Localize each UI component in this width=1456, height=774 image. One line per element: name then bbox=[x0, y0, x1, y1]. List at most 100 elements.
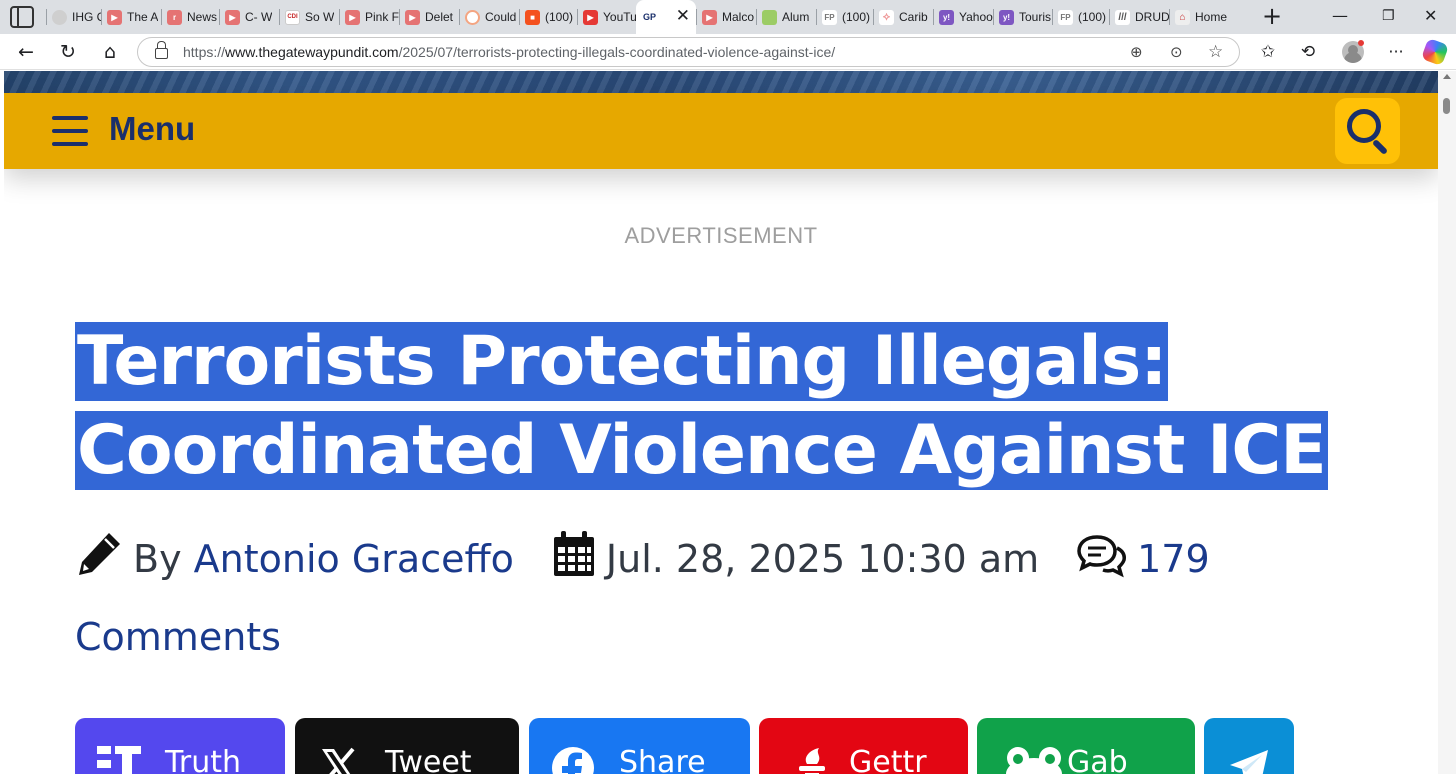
search-icon-handle bbox=[1371, 138, 1389, 156]
tab-title: Pink F bbox=[365, 10, 399, 24]
article-meta: By Antonio Graceffo Jul. 28, 2025 10:30 … bbox=[75, 523, 1365, 673]
article-headline: Terrorists Protecting Illegals: Coordina… bbox=[75, 317, 1375, 495]
browser-tab[interactable]: y! Yahoo bbox=[933, 0, 993, 34]
browser-tab[interactable]: ▶ Delet bbox=[399, 0, 459, 34]
home-icon[interactable]: ⌂ bbox=[98, 40, 122, 64]
address-bar[interactable]: https://www.thegatewaypundit.com/2025/07… bbox=[137, 37, 1240, 67]
headline-text: Terrorists Protecting Illegals: Coordina… bbox=[75, 322, 1328, 490]
tab-title: (100) bbox=[545, 10, 574, 24]
copilot-icon[interactable] bbox=[1420, 37, 1450, 67]
tab-title: IHG C bbox=[72, 10, 101, 24]
zoom-icon[interactable]: ⊕ bbox=[1130, 42, 1143, 62]
more-menu-icon[interactable]: ··· bbox=[1384, 40, 1408, 64]
youtube-icon: ▶ bbox=[225, 9, 240, 25]
tab-title: C- W bbox=[245, 10, 273, 24]
tab-title: (100) bbox=[1078, 10, 1107, 24]
reader-more-icon[interactable]: ⊙ bbox=[1170, 42, 1183, 62]
tab-title: Yahoo bbox=[959, 10, 993, 24]
browser-tab[interactable]: ■ (100) bbox=[519, 0, 577, 34]
browser-tab[interactable]: Alum bbox=[756, 0, 816, 34]
facebook-share-button[interactable]: Share bbox=[529, 718, 750, 774]
tab-title: Alum bbox=[782, 10, 810, 24]
tab-title: (100) bbox=[842, 10, 871, 24]
truth-share-button[interactable]: Truth bbox=[75, 718, 285, 774]
gettr-share-button[interactable]: Gettr bbox=[759, 718, 968, 774]
browser-tab[interactable]: CDI So W bbox=[279, 0, 339, 34]
tab-title: Delet bbox=[425, 10, 454, 24]
youtube-icon: ▶ bbox=[405, 9, 420, 25]
browser-tab[interactable]: FP (100) bbox=[1052, 0, 1109, 34]
url-text[interactable]: https://www.thegatewaypundit.com/2025/07… bbox=[183, 44, 835, 60]
advertisement-label: ADVERTISEMENT bbox=[624, 223, 818, 248]
browser-tab[interactable]: ▶ The A bbox=[101, 0, 161, 34]
menu-button[interactable]: Menu bbox=[109, 110, 195, 148]
gab-share-button[interactable]: Gab bbox=[977, 718, 1195, 774]
share-label: Tweet bbox=[385, 745, 472, 774]
youtube-icon: ▶ bbox=[107, 9, 122, 25]
refresh-icon[interactable]: ↻ bbox=[56, 40, 80, 64]
tab-title: YouTu bbox=[603, 10, 636, 24]
history-icon[interactable]: ⟲ bbox=[1296, 40, 1320, 64]
browser-tab[interactable]: y! Touris bbox=[993, 0, 1052, 34]
browser-tab[interactable]: ▶ YouTu bbox=[577, 0, 636, 34]
browser-tab-active[interactable]: GP ✕ bbox=[636, 0, 696, 34]
restore-icon[interactable]: ❐ bbox=[1382, 6, 1395, 26]
tab-title: Malco bbox=[722, 10, 755, 24]
back-icon[interactable]: ← bbox=[14, 40, 38, 64]
browser-tab[interactable]: /// DRUD bbox=[1109, 0, 1169, 34]
tab-actions-icon[interactable] bbox=[10, 6, 34, 28]
url-path: /2025/07/terrorists-protecting-illegals-… bbox=[398, 44, 836, 60]
r-icon: r bbox=[167, 9, 182, 25]
browser-tab[interactable]: ⟡ Carib bbox=[873, 0, 933, 34]
tab-title: News bbox=[187, 10, 218, 24]
header-banner-image bbox=[4, 71, 1438, 93]
youtube-icon: ▶ bbox=[702, 9, 717, 25]
yahoo-icon: y! bbox=[999, 9, 1014, 25]
x-icon bbox=[319, 746, 367, 774]
lock-icon[interactable] bbox=[155, 41, 168, 59]
tab-title: Home bbox=[1195, 10, 1227, 24]
site-navbar: Menu bbox=[4, 93, 1438, 169]
browser-tab[interactable]: r News bbox=[161, 0, 219, 34]
tab-title: DRUD bbox=[1135, 10, 1169, 24]
by-label: By bbox=[133, 537, 182, 581]
browser-tab[interactable]: ▶ Pink F bbox=[339, 0, 399, 34]
browser-tab[interactable]: ⌂ Home bbox=[1169, 0, 1227, 34]
tweet-share-button[interactable]: Tweet bbox=[295, 718, 519, 774]
scroll-thumb[interactable] bbox=[1443, 98, 1450, 114]
page-viewport: Menu ADVERTISEMENT Terrorists Protecting… bbox=[4, 71, 1438, 774]
browser-tab[interactable]: ▶ C- W bbox=[219, 0, 279, 34]
search-icon bbox=[1347, 109, 1381, 143]
close-window-icon[interactable]: ✕ bbox=[1424, 6, 1437, 26]
share-label: Truth bbox=[165, 745, 242, 774]
telegram-share-button[interactable] bbox=[1204, 718, 1294, 774]
author-link[interactable]: Antonio Graceffo bbox=[194, 537, 514, 581]
tab-title: So W bbox=[305, 10, 335, 24]
browser-tab[interactable]: Could bbox=[459, 0, 519, 34]
facebook-icon bbox=[551, 746, 599, 774]
new-tab-icon[interactable]: + bbox=[1262, 3, 1282, 29]
cdi-icon: CDI bbox=[285, 9, 300, 25]
browser-tab[interactable]: ▶ Malco bbox=[696, 0, 756, 34]
page-scrollbar[interactable] bbox=[1438, 71, 1456, 774]
gettr-icon bbox=[793, 746, 841, 774]
minimize-icon[interactable]: — bbox=[1332, 6, 1348, 26]
browser-tab[interactable]: IHG C bbox=[46, 0, 101, 34]
close-tab-icon[interactable]: ✕ bbox=[676, 8, 690, 25]
tab-title: The A bbox=[127, 10, 159, 24]
favorites-icon[interactable]: ✩ bbox=[1256, 40, 1280, 64]
hamburger-menu-icon[interactable] bbox=[52, 116, 88, 146]
gab-frog-icon bbox=[1005, 746, 1063, 774]
youtube-icon: ▶ bbox=[583, 9, 598, 25]
fp-icon: FP bbox=[822, 9, 837, 25]
spiral-icon bbox=[465, 9, 480, 25]
browser-tab[interactable]: FP (100) bbox=[816, 0, 873, 34]
search-button[interactable] bbox=[1335, 98, 1400, 164]
telegram-icon bbox=[1228, 746, 1276, 774]
youtube-icon: ▶ bbox=[345, 9, 360, 25]
home-page-icon: ⌂ bbox=[1175, 9, 1190, 25]
share-label: Gettr bbox=[849, 745, 927, 774]
url-scheme: https:// bbox=[183, 44, 226, 60]
scroll-up-arrow-icon[interactable] bbox=[1443, 74, 1451, 79]
favorite-star-icon[interactable]: ☆ bbox=[1208, 42, 1223, 62]
